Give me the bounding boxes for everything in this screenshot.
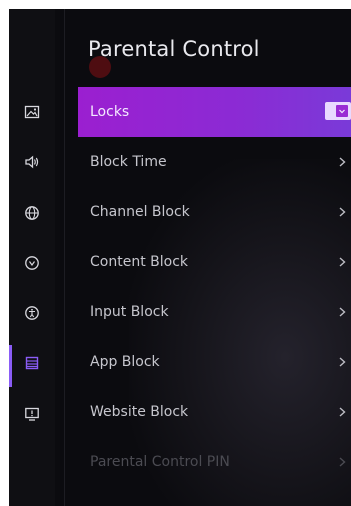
chevron-right-icon xyxy=(339,207,346,217)
rail-item-support[interactable] xyxy=(9,396,55,432)
menu-item-locks[interactable]: Locks xyxy=(78,87,351,137)
menu-item-label: Input Block xyxy=(90,304,169,320)
rail-item-accessibility[interactable] xyxy=(9,295,55,331)
menu-item-parental-control-pin: Parental Control PIN xyxy=(78,437,351,487)
menu-item-website-block[interactable]: Website Block xyxy=(78,387,351,437)
locks-toggle[interactable] xyxy=(325,102,351,120)
parental-control-menu: Locks Block Time Channel Block Content B… xyxy=(78,87,351,487)
chevron-right-icon xyxy=(339,357,346,367)
toggle-check-icon xyxy=(336,105,348,117)
menu-item-label: Parental Control PIN xyxy=(90,454,230,470)
rail-item-network[interactable] xyxy=(9,195,55,231)
menu-item-label: Block Time xyxy=(90,154,167,170)
tv-settings-screen: Parental Control Locks Block Time Channe… xyxy=(9,9,351,506)
menu-item-app-block[interactable]: App Block xyxy=(78,337,351,387)
menu-item-label: Locks xyxy=(90,104,130,120)
menu-item-block-time[interactable]: Block Time xyxy=(78,137,351,187)
menu-item-label: Website Block xyxy=(90,404,189,420)
chevron-right-icon xyxy=(339,157,346,167)
chevron-right-icon xyxy=(339,307,346,317)
rail-item-power[interactable] xyxy=(9,245,55,281)
picture-icon xyxy=(24,105,40,119)
support-icon xyxy=(25,407,39,421)
menu-item-label: Channel Block xyxy=(90,204,190,220)
menu-item-label: App Block xyxy=(90,354,160,370)
system-list-icon xyxy=(25,356,39,370)
rail-item-sound[interactable] xyxy=(9,144,55,180)
chevron-right-icon xyxy=(339,407,346,417)
rail-divider xyxy=(64,9,65,506)
menu-item-channel-block[interactable]: Channel Block xyxy=(78,187,351,237)
chevron-right-icon xyxy=(339,457,346,467)
sound-icon xyxy=(25,155,39,169)
chevron-right-icon xyxy=(339,257,346,267)
page-title: Parental Control xyxy=(88,37,260,61)
menu-item-content-block[interactable]: Content Block xyxy=(78,237,351,287)
rail-item-picture[interactable] xyxy=(9,94,55,130)
rail-item-system[interactable] xyxy=(9,345,55,387)
network-icon xyxy=(25,206,39,220)
accessibility-icon xyxy=(25,306,39,320)
menu-item-input-block[interactable]: Input Block xyxy=(78,287,351,337)
power-icon xyxy=(25,256,39,270)
settings-side-rail xyxy=(9,9,55,506)
menu-item-label: Content Block xyxy=(90,254,188,270)
